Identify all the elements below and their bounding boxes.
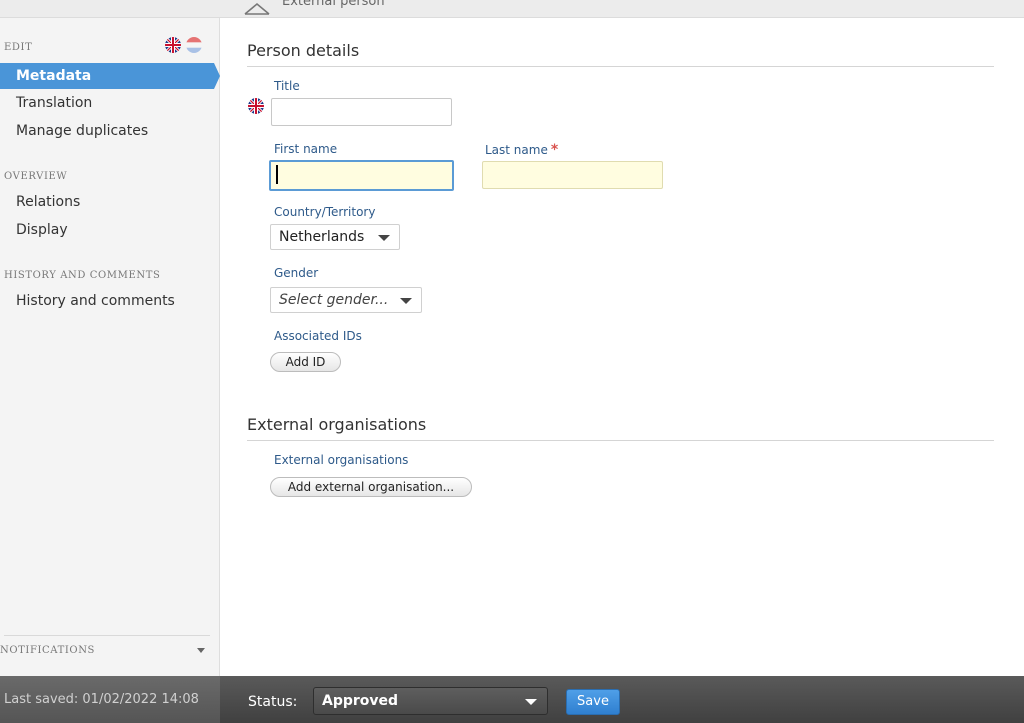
- gender-select[interactable]: Select gender...: [270, 287, 422, 313]
- status-bar: Last saved: 01/02/2022 14:08 Status: App…: [0, 676, 1024, 723]
- sidebar-item-display[interactable]: Display: [0, 217, 220, 243]
- sidebar-item-history-comments[interactable]: History and comments: [0, 288, 220, 314]
- sidebar-divider: [4, 635, 210, 636]
- uk-flag-icon[interactable]: [165, 37, 181, 53]
- section-divider: [247, 440, 994, 441]
- country-select-value: Netherlands: [279, 229, 365, 245]
- title-input[interactable]: [271, 98, 452, 126]
- last-name-label-text: Last name: [485, 143, 548, 157]
- add-id-button[interactable]: Add ID: [270, 352, 341, 372]
- first-name-label: First name: [274, 142, 338, 156]
- sidebar-item-relations[interactable]: Relations: [0, 189, 220, 215]
- chevron-down-icon: [378, 235, 390, 241]
- external-orgs-heading: External organisations: [247, 415, 427, 434]
- sidebar-section-edit: EDIT: [4, 42, 33, 53]
- required-asterisk-icon: *: [550, 142, 559, 158]
- last-saved-text: Last saved: 01/02/2022 14:08: [4, 692, 199, 707]
- chevron-down-icon[interactable]: [525, 699, 537, 705]
- chevron-down-icon: [400, 298, 412, 304]
- uk-flag-icon: [248, 98, 264, 114]
- person-icon: [244, 2, 270, 15]
- sidebar-section-history: HISTORY AND COMMENTS: [4, 270, 161, 281]
- country-select[interactable]: Netherlands: [270, 224, 400, 250]
- country-label: Country/Territory: [274, 205, 376, 219]
- sidebar-section-overview: OVERVIEW: [4, 171, 68, 182]
- status-bar-left: Last saved: 01/02/2022 14:08: [0, 676, 220, 723]
- sidebar-item-metadata[interactable]: Metadata: [0, 63, 220, 89]
- netherlands-flag-icon[interactable]: [186, 37, 202, 53]
- section-divider: [247, 66, 994, 67]
- sidebar-item-translation[interactable]: Translation: [0, 90, 220, 116]
- status-label: Status:: [248, 694, 298, 710]
- first-name-input[interactable]: [269, 160, 454, 191]
- title-label: Title: [274, 79, 300, 93]
- gender-select-placeholder: Select gender...: [279, 292, 389, 308]
- last-name-label: Last name *: [485, 142, 558, 158]
- status-select-value: Approved: [322, 693, 399, 709]
- status-select[interactable]: Approved: [313, 687, 548, 715]
- sidebar-item-manage-duplicates[interactable]: Manage duplicates: [0, 118, 220, 144]
- add-external-organisation-button[interactable]: Add external organisation...: [270, 477, 472, 497]
- notifications-label[interactable]: NOTIFICATIONS: [0, 645, 95, 656]
- sidebar: EDIT Metadata Translation Manage duplica…: [0, 18, 220, 676]
- text-cursor: [276, 165, 278, 184]
- associated-ids-label: Associated IDs: [274, 329, 362, 343]
- page-header: External person: [0, 0, 1024, 18]
- page-title: External person: [282, 0, 385, 9]
- person-details-heading: Person details: [247, 41, 360, 60]
- chevron-down-icon[interactable]: [197, 648, 205, 653]
- save-button[interactable]: Save: [566, 689, 620, 715]
- gender-label: Gender: [274, 266, 319, 280]
- external-orgs-label: External organisations: [274, 453, 409, 467]
- last-name-input[interactable]: [482, 161, 663, 189]
